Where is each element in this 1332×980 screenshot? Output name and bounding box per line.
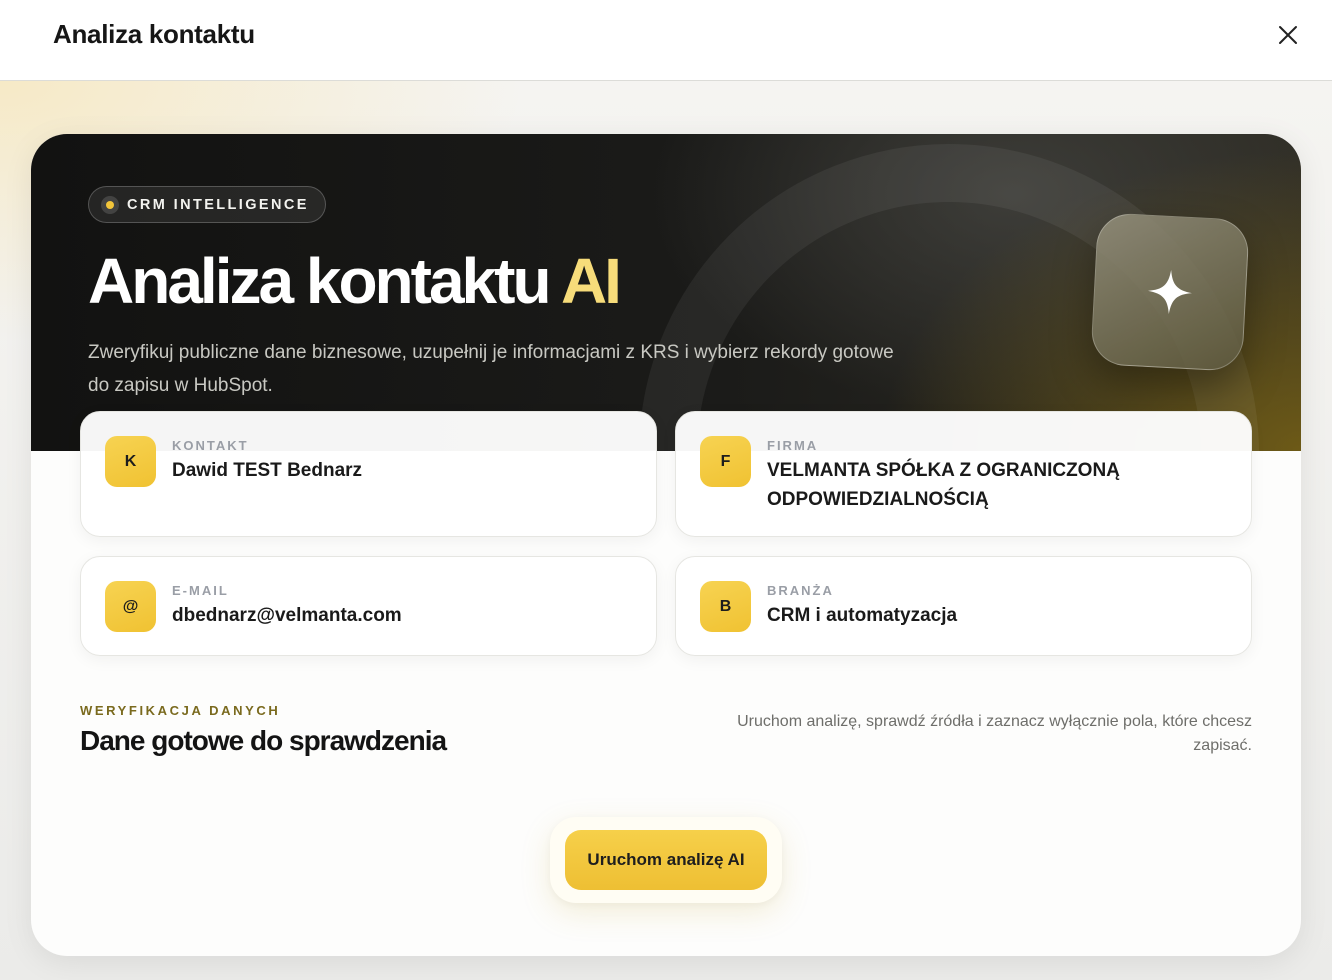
field-label: E-MAIL: [172, 583, 229, 598]
sparkle-tile: [1090, 212, 1250, 372]
crm-intelligence-pill: CRM INTELLIGENCE: [88, 186, 326, 223]
hero-banner: CRM INTELLIGENCE Analiza kontaktu AI Zwe…: [31, 134, 1301, 451]
contact-badge: K: [105, 436, 156, 487]
section-title: Dane gotowe do sprawdzenia: [80, 725, 447, 756]
field-value: Dawid TEST Bednarz: [172, 460, 363, 481]
field-label: BRANŻA: [767, 583, 834, 598]
field-card-company: F FIRMA VELMANTA SPÓŁKA Z OGRANICZONĄ OD…: [675, 411, 1252, 537]
field-card-contact: K KONTAKT Dawid TEST Bednarz: [80, 411, 657, 537]
field-card-industry: B BRANŻA CRM i automatyzacja: [675, 556, 1252, 656]
pill-label: CRM INTELLIGENCE: [127, 196, 309, 213]
modal-title: Analiza kontaktu: [53, 19, 255, 49]
field-label: KONTAKT: [172, 438, 249, 453]
field-value: VELMANTA SPÓŁKA Z OGRANICZONĄ ODPOWIEDZI…: [767, 460, 1120, 510]
close-icon[interactable]: [1274, 21, 1302, 49]
section-hint: Uruchom analizę, sprawdź źródła i zaznac…: [737, 713, 1252, 754]
hero-title-accent: AI: [560, 245, 622, 317]
field-label: FIRMA: [767, 438, 819, 453]
hero-title-main: Analiza kontaktu: [88, 245, 552, 317]
section-eyebrow: WERYFIKACJA DANYCH: [80, 703, 281, 718]
cta-container: Uruchom analizę AI: [550, 817, 782, 903]
field-value: CRM i automatyzacja: [767, 605, 958, 626]
hero-description: Zweryfikuj publiczne dane biznesowe, uzu…: [88, 342, 894, 396]
field-card-email: @ E-MAIL dbednarz@velmanta.com: [80, 556, 657, 656]
sparkle-icon: [1148, 270, 1192, 314]
hero-title: Analiza kontaktu AI: [88, 245, 622, 317]
email-badge: @: [105, 581, 156, 632]
status-dot-icon: [101, 195, 119, 214]
modal-header: Analiza kontaktu: [0, 0, 1332, 81]
industry-badge: B: [700, 581, 751, 632]
analysis-card: CRM INTELLIGENCE Analiza kontaktu AI Zwe…: [31, 134, 1301, 956]
close-button[interactable]: [1274, 21, 1302, 49]
field-value: dbednarz@velmanta.com: [172, 605, 402, 626]
run-ai-analysis-button[interactable]: Uruchom analizę AI: [565, 830, 767, 890]
company-badge: F: [700, 436, 751, 487]
